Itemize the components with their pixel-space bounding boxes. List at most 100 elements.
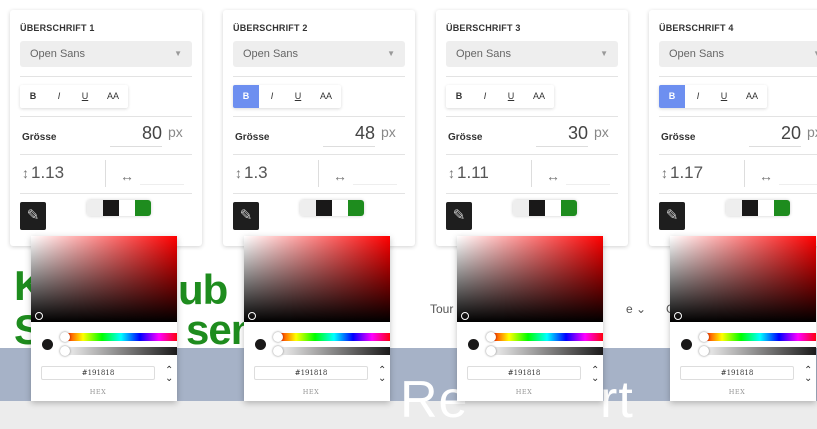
- hue-slider[interactable]: [277, 333, 390, 341]
- hex-input[interactable]: #191818: [680, 366, 794, 380]
- font-family-value: Open Sans: [30, 48, 86, 60]
- letter-spacing-input[interactable]: [779, 162, 817, 185]
- size-label: Grösse: [22, 132, 57, 143]
- italic-button[interactable]: I: [259, 85, 285, 108]
- alpha-knob[interactable]: [486, 346, 496, 356]
- alpha-knob[interactable]: [699, 346, 709, 356]
- font-family-select[interactable]: Open Sans ▼: [659, 41, 817, 67]
- color-swatches: [87, 200, 151, 216]
- color-swatch[interactable]: [774, 200, 790, 216]
- alpha-slider[interactable]: [490, 347, 603, 355]
- alpha-slider[interactable]: [703, 347, 816, 355]
- hue-slider[interactable]: [490, 333, 603, 341]
- font-family-select[interactable]: Open Sans ▼: [446, 41, 618, 67]
- hue-knob[interactable]: [60, 332, 70, 342]
- bold-button[interactable]: B: [20, 85, 46, 108]
- hue-slider[interactable]: [703, 333, 816, 341]
- uppercase-button[interactable]: AA: [737, 85, 767, 108]
- pencil-icon[interactable]: ✎: [20, 202, 46, 230]
- hex-input[interactable]: #191818: [467, 366, 581, 380]
- letter-spacing-input[interactable]: [353, 162, 397, 185]
- line-height-field[interactable]: ↕ 1.3: [235, 163, 268, 183]
- hue-knob[interactable]: [273, 332, 283, 342]
- color-swatch[interactable]: [135, 200, 151, 216]
- alpha-knob[interactable]: [273, 346, 283, 356]
- uppercase-button[interactable]: AA: [311, 85, 341, 108]
- uppercase-button[interactable]: AA: [524, 85, 554, 108]
- letter-spacing-input[interactable]: [566, 162, 610, 185]
- updown-chevron-icon[interactable]: ⌃ ⌄: [378, 366, 386, 384]
- hex-input[interactable]: #191818: [41, 366, 155, 380]
- color-swatches: [726, 200, 790, 216]
- divider: [20, 154, 192, 155]
- color-swatch[interactable]: [758, 200, 774, 216]
- bold-button[interactable]: B: [446, 85, 472, 108]
- color-swatch[interactable]: [545, 200, 561, 216]
- underline-button[interactable]: U: [498, 85, 524, 108]
- nav-item-dropdown[interactable]: e ⌄: [626, 302, 646, 316]
- hue-knob[interactable]: [699, 332, 709, 342]
- pencil-icon[interactable]: ✎: [446, 202, 472, 230]
- uppercase-button[interactable]: AA: [98, 85, 128, 108]
- alpha-knob[interactable]: [60, 346, 70, 356]
- font-size-input[interactable]: 80: [110, 120, 162, 147]
- color-swatch[interactable]: [529, 200, 545, 216]
- color-swatch[interactable]: [332, 200, 348, 216]
- alpha-slider[interactable]: [277, 347, 390, 355]
- color-cursor[interactable]: [248, 312, 256, 320]
- heading-settings-panel-3: ÜBERSCHRIFT 3 Open Sans ▼ B I U AA Gröss…: [436, 10, 628, 246]
- font-size-input[interactable]: 20: [749, 120, 801, 147]
- saturation-value-area[interactable]: [31, 236, 177, 322]
- font-family-select[interactable]: Open Sans ▼: [233, 41, 405, 67]
- nav-item-tour[interactable]: Tour: [430, 302, 453, 316]
- line-height-value: 1.13: [31, 163, 65, 182]
- updown-chevron-icon[interactable]: ⌃ ⌄: [591, 366, 599, 384]
- text-style-buttons: B I U AA: [20, 85, 128, 108]
- underline-button[interactable]: U: [285, 85, 311, 108]
- hue-slider[interactable]: [64, 333, 177, 341]
- updown-chevron-icon[interactable]: ⌃ ⌄: [804, 366, 812, 384]
- underline-button[interactable]: U: [711, 85, 737, 108]
- saturation-value-area[interactable]: [670, 236, 816, 322]
- color-swatch[interactable]: [513, 200, 529, 216]
- hex-input[interactable]: #191818: [254, 366, 368, 380]
- color-swatch[interactable]: [742, 200, 758, 216]
- color-swatch[interactable]: [726, 200, 742, 216]
- divider: [744, 160, 745, 187]
- color-swatch[interactable]: [348, 200, 364, 216]
- size-unit: px: [168, 124, 183, 140]
- size-unit: px: [807, 124, 817, 140]
- color-swatch[interactable]: [119, 200, 135, 216]
- color-swatch[interactable]: [300, 200, 316, 216]
- color-swatch[interactable]: [561, 200, 577, 216]
- color-cursor[interactable]: [674, 312, 682, 320]
- updown-chevron-icon[interactable]: ⌃ ⌄: [165, 366, 173, 384]
- color-swatch[interactable]: [87, 200, 103, 216]
- saturation-value-area[interactable]: [244, 236, 390, 322]
- color-swatch[interactable]: [316, 200, 332, 216]
- font-size-input[interactable]: 48: [323, 120, 375, 147]
- font-family-select[interactable]: Open Sans ▼: [20, 41, 192, 67]
- italic-button[interactable]: I: [472, 85, 498, 108]
- color-swatch[interactable]: [103, 200, 119, 216]
- color-cursor[interactable]: [35, 312, 43, 320]
- line-height-field[interactable]: ↕ 1.11: [448, 163, 489, 183]
- line-height-field[interactable]: ↕ 1.13: [22, 163, 64, 183]
- font-size-input[interactable]: 30: [536, 120, 588, 147]
- line-height-icon: ↕: [235, 165, 242, 181]
- pencil-icon[interactable]: ✎: [233, 202, 259, 230]
- bold-button[interactable]: B: [233, 85, 259, 108]
- color-cursor[interactable]: [461, 312, 469, 320]
- italic-button[interactable]: I: [685, 85, 711, 108]
- line-height-field[interactable]: ↕ 1.17: [661, 163, 703, 183]
- pencil-icon[interactable]: ✎: [659, 202, 685, 230]
- color-preview: [42, 339, 53, 350]
- bold-button[interactable]: B: [659, 85, 685, 108]
- hue-knob[interactable]: [486, 332, 496, 342]
- letter-spacing-input[interactable]: [140, 162, 184, 185]
- color-swatches: [300, 200, 364, 216]
- italic-button[interactable]: I: [46, 85, 72, 108]
- underline-button[interactable]: U: [72, 85, 98, 108]
- alpha-slider[interactable]: [64, 347, 177, 355]
- saturation-value-area[interactable]: [457, 236, 603, 322]
